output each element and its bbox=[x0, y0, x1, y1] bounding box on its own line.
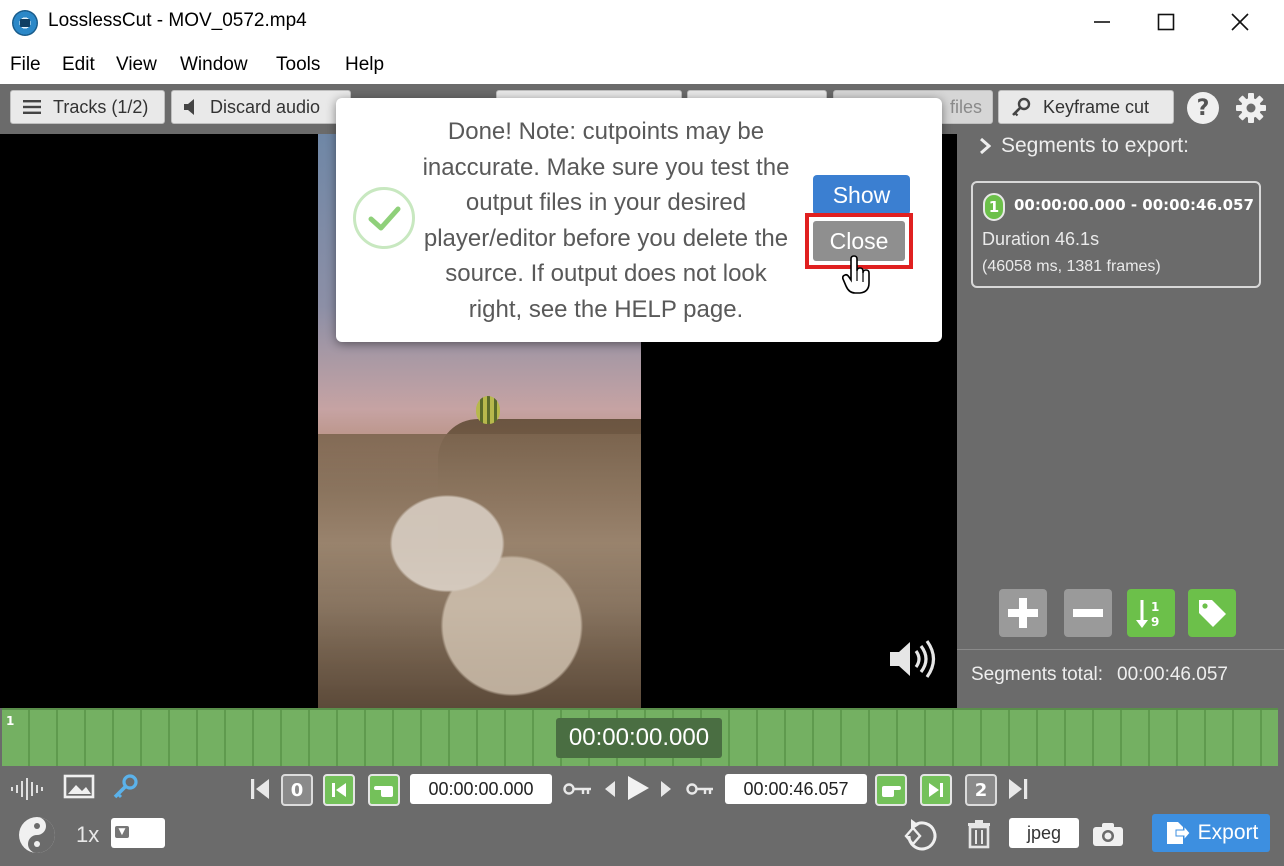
check-circle-icon bbox=[353, 187, 415, 249]
cut-end-time[interactable]: 00:00:46.057 bbox=[725, 774, 867, 804]
menu-file[interactable]: File bbox=[10, 54, 41, 76]
keyframes-toggle-icon[interactable] bbox=[110, 772, 140, 802]
previous-keyframe-icon[interactable] bbox=[562, 774, 594, 804]
window-title: LosslessCut - MOV_0572.mp4 bbox=[48, 10, 307, 31]
hand-pointer-left-icon bbox=[374, 786, 393, 797]
segment-item[interactable]: 1 00:00:00.000 - 00:00:46.057 Duration 4… bbox=[971, 181, 1261, 288]
set-cut-start-button[interactable] bbox=[368, 774, 400, 806]
start-segment-number-button[interactable]: 0 bbox=[281, 774, 313, 806]
segments-total-label: Segments total: bbox=[971, 664, 1104, 685]
next-frame-icon[interactable] bbox=[658, 774, 674, 804]
minimize-button[interactable] bbox=[1070, 0, 1134, 44]
segment-detail: (46058 ms, 1381 frames) bbox=[982, 258, 1161, 275]
thumbnails-icon[interactable] bbox=[62, 772, 96, 802]
chevron-right-icon bbox=[980, 137, 991, 155]
jump-to-cut-end-button[interactable] bbox=[920, 774, 952, 806]
cut-start-time[interactable]: 00:00:00.000 bbox=[410, 774, 552, 804]
bottom-controls: 1x ▼ jpeg Export bbox=[0, 806, 1284, 866]
divider bbox=[957, 649, 1284, 650]
next-keyframe-icon[interactable] bbox=[684, 774, 716, 804]
export-label: Export bbox=[1197, 821, 1259, 844]
segment-time-range: 00:00:00.000 - 00:00:46.057 bbox=[1014, 196, 1254, 214]
volume-icon[interactable] bbox=[888, 638, 940, 680]
hand-cursor-icon bbox=[841, 255, 872, 295]
export-button[interactable]: Export bbox=[1152, 814, 1270, 852]
show-output-button[interactable]: Show bbox=[813, 175, 910, 215]
menu-view[interactable]: View bbox=[116, 54, 157, 76]
discard-audio-label: Discard audio bbox=[210, 96, 321, 117]
menu-help[interactable]: Help bbox=[345, 54, 384, 76]
yin-yang-icon[interactable] bbox=[16, 814, 58, 856]
play-icon[interactable] bbox=[624, 772, 652, 804]
help-icon[interactable]: ? bbox=[1187, 92, 1219, 124]
playback-speed-select[interactable]: ▼ bbox=[111, 818, 165, 848]
end-segment-number-button[interactable]: 2 bbox=[965, 774, 997, 806]
rotate-icon[interactable] bbox=[900, 816, 942, 854]
maximize-icon bbox=[1157, 13, 1175, 31]
jump-to-start-icon[interactable] bbox=[248, 774, 272, 804]
tracks-button[interactable]: Tracks (1/2) bbox=[10, 90, 165, 124]
files-label: files bbox=[949, 96, 982, 117]
file-export-icon bbox=[1166, 822, 1190, 844]
timeline-segment-number: 1 bbox=[6, 714, 15, 728]
speaker-icon bbox=[184, 99, 198, 115]
timeline-current-time: 00:00:00.000 bbox=[556, 718, 722, 758]
jump-to-end-icon[interactable] bbox=[1006, 774, 1030, 804]
menu-bar: File Edit View Window Tools Help bbox=[0, 44, 1284, 84]
tracks-label: Tracks (1/2) bbox=[53, 96, 149, 117]
svg-text:1: 1 bbox=[1151, 600, 1159, 614]
export-done-dialog: Done! Note: cutpoints may be inaccurate.… bbox=[336, 98, 942, 342]
sort-numeric-icon: 1 9 bbox=[1136, 600, 1159, 629]
close-window-button[interactable] bbox=[1208, 0, 1272, 44]
list-icon bbox=[23, 99, 41, 115]
title-bar: LosslessCut - MOV_0572.mp4 bbox=[0, 0, 1284, 44]
menu-edit[interactable]: Edit bbox=[62, 54, 95, 76]
keyframe-cut-button[interactable]: Keyframe cut bbox=[998, 90, 1174, 124]
remove-segment-button[interactable] bbox=[1064, 589, 1112, 637]
jump-to-cut-start-button[interactable] bbox=[323, 774, 355, 806]
add-segment-button[interactable] bbox=[999, 589, 1047, 637]
jump-end-icon bbox=[929, 783, 943, 797]
segment-number-badge: 1 bbox=[983, 193, 1005, 221]
key-icon bbox=[1011, 97, 1031, 117]
segments-header[interactable]: Segments to export: bbox=[979, 134, 1189, 158]
capture-format-button[interactable]: jpeg bbox=[1009, 818, 1079, 848]
minimize-icon bbox=[1094, 21, 1110, 23]
label-segment-button[interactable] bbox=[1188, 589, 1236, 637]
waveform-icon[interactable] bbox=[10, 774, 46, 804]
menu-tools[interactable]: Tools bbox=[276, 54, 320, 76]
discard-audio-button[interactable]: Discard audio bbox=[171, 90, 351, 124]
maximize-button[interactable] bbox=[1134, 0, 1198, 44]
plus-icon bbox=[1008, 598, 1038, 628]
minus-icon bbox=[1073, 609, 1103, 617]
segments-sidebar: Segments to export: 1 00:00:00.000 - 00:… bbox=[957, 134, 1284, 708]
hot-air-balloon bbox=[476, 396, 500, 424]
set-cut-end-button[interactable] bbox=[875, 774, 907, 806]
gear-icon[interactable] bbox=[1233, 90, 1269, 126]
segments-header-label: Segments to export: bbox=[1001, 134, 1189, 157]
dialog-message: Done! Note: cutpoints may be inaccurate.… bbox=[422, 118, 790, 323]
segments-total-value: 00:00:46.057 bbox=[1117, 664, 1228, 685]
hand-pointer-right-icon bbox=[882, 786, 901, 797]
close-icon bbox=[1231, 13, 1249, 31]
playback-controls: 0 00:00:00.000 00:00:46.057 2 bbox=[0, 766, 1284, 806]
segment-duration: Duration 46.1s bbox=[982, 229, 1100, 249]
losslesscut-app-icon bbox=[12, 10, 38, 36]
segments-total: Segments total: 00:00:46.057 bbox=[971, 664, 1228, 686]
keyframe-cut-label: Keyframe cut bbox=[1043, 96, 1150, 117]
app-main: Tracks (1/2) Discard audio files Keyfram… bbox=[0, 84, 1284, 866]
chevron-down-icon: ▼ bbox=[115, 826, 129, 838]
trash-icon[interactable] bbox=[964, 818, 994, 850]
jump-start-icon bbox=[332, 783, 346, 797]
svg-text:9: 9 bbox=[1151, 615, 1159, 629]
playback-speed-label: 1x bbox=[76, 822, 100, 847]
sort-segments-button[interactable]: 1 9 bbox=[1127, 589, 1175, 637]
previous-frame-icon[interactable] bbox=[602, 774, 618, 804]
camera-icon[interactable] bbox=[1090, 818, 1126, 850]
tag-icon bbox=[1199, 600, 1226, 627]
timeline[interactable]: 1 00:00:00.000 bbox=[2, 708, 1278, 766]
menu-window[interactable]: Window bbox=[180, 54, 248, 76]
